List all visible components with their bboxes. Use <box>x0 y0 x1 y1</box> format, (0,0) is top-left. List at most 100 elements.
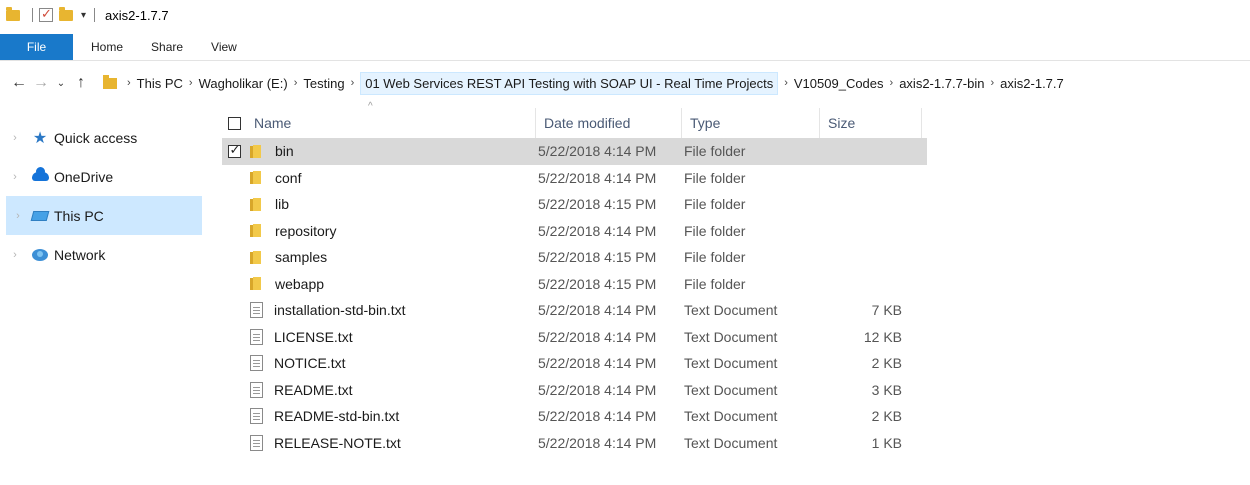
file-date: 5/22/2018 4:14 PM <box>538 143 657 160</box>
file-row-readme-std-bin[interactable]: README-std-bin.txt 5/22/2018 4:14 PM Tex… <box>222 403 927 430</box>
file-type: Text Document <box>684 328 778 345</box>
file-type: File folder <box>684 222 746 239</box>
file-date: 5/22/2018 4:14 PM <box>538 328 657 345</box>
recent-locations-chevron-icon[interactable]: ⌄ <box>52 78 70 89</box>
file-row-lib[interactable]: lib 5/22/2018 4:15 PM File folder <box>222 191 927 218</box>
title-bar: ▾ axis2-1.7.7 <box>0 0 1250 30</box>
chevron-right-icon[interactable]: › <box>351 77 355 89</box>
text-document-icon <box>250 328 263 345</box>
file-date: 5/22/2018 4:15 PM <box>538 275 657 292</box>
column-header-date[interactable]: Date modified <box>536 108 682 138</box>
breadcrumb-drive[interactable]: Wagholikar (E:) <box>199 76 288 91</box>
file-name: RELEASE-NOTE.txt <box>274 434 401 451</box>
file-row-conf[interactable]: conf 5/22/2018 4:14 PM File folder <box>222 165 927 192</box>
file-row-license[interactable]: LICENSE.txt 5/22/2018 4:14 PM Text Docum… <box>222 324 927 351</box>
file-row-repository[interactable]: repository 5/22/2018 4:14 PM File folder <box>222 218 927 245</box>
file-size: 2 KB <box>871 408 902 425</box>
text-document-icon <box>250 302 263 319</box>
select-all-cell <box>222 116 246 130</box>
text-document-icon <box>250 355 263 372</box>
chevron-right-icon[interactable]: › <box>294 77 298 89</box>
file-name: README.txt <box>274 381 353 398</box>
chevron-right-icon[interactable]: › <box>6 210 30 222</box>
chevron-right-icon[interactable]: › <box>784 77 788 89</box>
tab-file[interactable]: File <box>0 34 73 60</box>
file-row-webapp[interactable]: webapp 5/22/2018 4:15 PM File folder <box>222 271 927 298</box>
window-title: axis2-1.7.7 <box>105 7 169 23</box>
breadcrumb-codes[interactable]: V10509_Codes <box>794 76 884 91</box>
row-checkbox[interactable] <box>227 142 241 158</box>
nav-network[interactable]: › Network <box>0 235 210 274</box>
folder-icon <box>250 277 261 291</box>
nav-this-pc[interactable]: › This PC <box>6 196 202 235</box>
up-arrow-icon[interactable]: ↑ <box>70 74 92 92</box>
file-name: lib <box>275 196 290 213</box>
ribbon-divider <box>0 60 1250 61</box>
file-date: 5/22/2018 4:14 PM <box>538 222 657 239</box>
chevron-right-icon[interactable]: › <box>990 77 994 89</box>
file-date: 5/22/2018 4:14 PM <box>538 434 657 451</box>
folder-icon <box>250 171 261 185</box>
chevron-right-icon[interactable]: › <box>0 171 30 183</box>
customize-toolbar-icon[interactable]: ▾ <box>81 10 86 21</box>
select-all-checkbox[interactable] <box>227 116 241 130</box>
ribbon-tabs: File Home Share View <box>0 34 1250 60</box>
breadcrumb-course-folder[interactable]: 01 Web Services REST API Testing with SO… <box>360 71 779 95</box>
file-name: bin <box>275 143 294 160</box>
column-header-name[interactable]: Name <box>246 108 536 138</box>
breadcrumb-axis[interactable]: axis2-1.7.7 <box>1000 76 1064 91</box>
file-date: 5/22/2018 4:14 PM <box>538 169 657 186</box>
column-header-type[interactable]: Type <box>682 108 820 138</box>
back-arrow-icon[interactable]: ← <box>8 74 30 92</box>
file-row-release-note[interactable]: RELEASE-NOTE.txt 5/22/2018 4:14 PM Text … <box>222 430 927 457</box>
breadcrumb-axis-bin[interactable]: axis2-1.7.7-bin <box>899 76 984 91</box>
file-type: Text Document <box>684 302 778 319</box>
file-row-installation[interactable]: installation-std-bin.txt 5/22/2018 4:14 … <box>222 297 927 324</box>
nav-label: OneDrive <box>54 168 114 185</box>
nav-onedrive[interactable]: › OneDrive <box>0 157 210 196</box>
file-date: 5/22/2018 4:14 PM <box>538 381 657 398</box>
file-date: 5/22/2018 4:14 PM <box>538 302 657 319</box>
file-row-notice[interactable]: NOTICE.txt 5/22/2018 4:14 PM Text Docume… <box>222 350 927 377</box>
chevron-right-icon[interactable]: › <box>0 132 30 144</box>
file-type: Text Document <box>684 381 778 398</box>
file-date: 5/22/2018 4:15 PM <box>538 249 657 266</box>
file-name: installation-std-bin.txt <box>274 302 406 319</box>
folder-icon <box>250 250 261 264</box>
file-row-samples[interactable]: samples 5/22/2018 4:15 PM File folder <box>222 244 927 271</box>
chevron-right-icon[interactable]: › <box>127 77 131 89</box>
tab-view[interactable]: View <box>197 34 251 60</box>
breadcrumb-testing[interactable]: Testing <box>303 76 344 91</box>
file-name: webapp <box>275 275 325 292</box>
new-folder-icon[interactable] <box>59 6 73 21</box>
file-type: File folder <box>684 169 746 186</box>
tab-home[interactable]: Home <box>77 34 137 60</box>
cloud-icon <box>30 167 50 185</box>
nav-quick-access[interactable]: › ★ Quick access <box>0 118 210 157</box>
chevron-right-icon[interactable]: › <box>890 77 894 89</box>
properties-icon[interactable] <box>39 6 53 22</box>
file-date: 5/22/2018 4:14 PM <box>538 408 657 425</box>
file-name: repository <box>275 222 337 239</box>
file-type: File folder <box>684 143 746 160</box>
forward-arrow-icon[interactable]: → <box>30 74 52 92</box>
chevron-right-icon[interactable]: › <box>0 249 30 261</box>
file-name: README-std-bin.txt <box>274 408 400 425</box>
file-row-readme[interactable]: README.txt 5/22/2018 4:14 PM Text Docume… <box>222 377 927 404</box>
file-size: 3 KB <box>871 381 902 398</box>
tab-share[interactable]: Share <box>137 34 197 60</box>
file-row-bin[interactable]: bin 5/22/2018 4:14 PM File folder <box>222 138 927 165</box>
nav-label: Network <box>54 246 106 263</box>
folder-icon <box>6 6 20 21</box>
column-header-size[interactable]: Size <box>820 108 922 138</box>
breadcrumb[interactable]: › This PC › Wagholikar (E:) › Testing › … <box>98 71 1064 95</box>
file-type: File folder <box>684 275 746 292</box>
file-type: Text Document <box>684 434 778 451</box>
file-name: samples <box>275 249 328 266</box>
sort-ascending-icon: ^ <box>368 101 373 112</box>
chevron-right-icon[interactable]: › <box>189 77 193 89</box>
breadcrumb-this-pc[interactable]: This PC <box>137 76 183 91</box>
file-name: LICENSE.txt <box>274 328 353 345</box>
file-type: File folder <box>684 249 746 266</box>
file-type: Text Document <box>684 355 778 372</box>
